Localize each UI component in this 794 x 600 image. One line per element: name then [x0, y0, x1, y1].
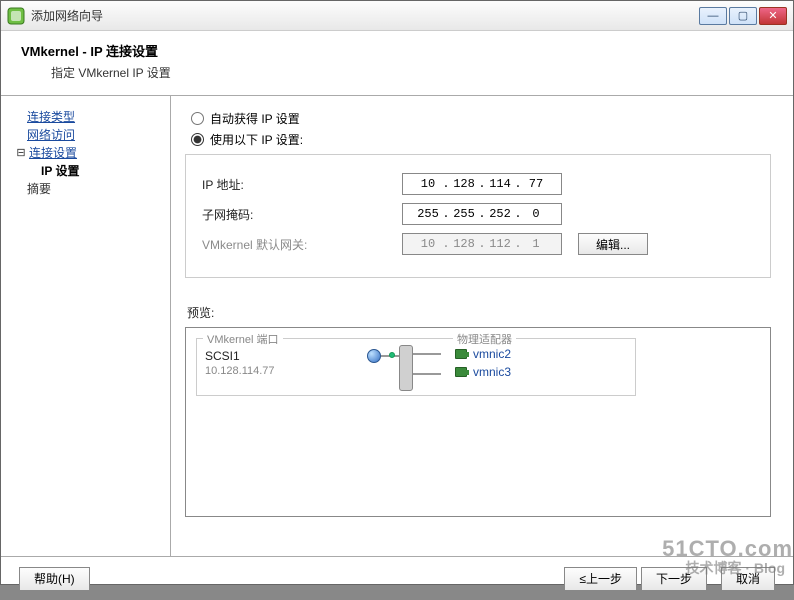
edit-gateway-button[interactable]: 编辑... — [578, 233, 648, 255]
subnet-mask-label: 子网掩码: — [202, 206, 402, 223]
nic-row: vmnic2 — [455, 347, 627, 361]
close-button[interactable]: ✕ — [759, 7, 787, 25]
minimize-button[interactable]: — — [699, 7, 727, 25]
preview-panel: VMkernel 端口 SCSI1 10.128.114.77 物理适配器 — [185, 327, 771, 517]
vswitch-icon — [399, 345, 413, 391]
next-button[interactable]: 下一步 — [641, 567, 707, 591]
connector-line — [413, 353, 441, 355]
adapter-group-label: 物理适配器 — [453, 331, 516, 347]
nav-connection-settings[interactable]: 连接设置 — [29, 144, 77, 162]
header-title: VMkernel - IP 连接设置 — [21, 41, 773, 60]
gateway-label: VMkernel 默认网关: — [202, 236, 402, 253]
wizard-sidebar: 连接类型 网络访问 ⊟连接设置 IP 设置 摘要 — [1, 96, 171, 556]
portgroup-name: SCSI1 — [205, 349, 379, 363]
radio-auto-ip-label: 自动获得 IP 设置 — [210, 110, 300, 127]
ip-address-label: IP 地址: — [202, 176, 402, 193]
nav-summary[interactable]: 摘要 — [27, 180, 51, 198]
wizard-window: 添加网络向导 — ▢ ✕ VMkernel - IP 连接设置 指定 VMker… — [0, 0, 794, 585]
connector-line — [413, 373, 441, 375]
wizard-footer: 帮助(H) ≤上一步 下一步 取消 — [1, 556, 793, 600]
portgroup-group-label: VMkernel 端口 — [203, 331, 283, 347]
wizard-content: 自动获得 IP 设置 使用以下 IP 设置: IP 地址: 10. 128. 1… — [171, 96, 793, 556]
radio-auto-ip[interactable] — [191, 112, 204, 125]
nic-row: vmnic3 — [455, 365, 627, 379]
header-subtitle: 指定 VMkernel IP 设置 — [51, 64, 773, 81]
tree-collapse-icon[interactable]: ⊟ — [15, 144, 27, 162]
preview-label: 预览: — [187, 304, 777, 321]
nic-name: vmnic3 — [473, 365, 511, 379]
portgroup-ip: 10.128.114.77 — [205, 365, 379, 377]
nic-name: vmnic2 — [473, 347, 511, 361]
subnet-mask-field[interactable]: 255. 255. 252. 0 — [402, 203, 562, 225]
nav-network-access[interactable]: 网络访问 — [27, 126, 75, 144]
nav-connection-type[interactable]: 连接类型 — [27, 108, 75, 126]
help-button[interactable]: 帮助(H) — [19, 567, 90, 591]
network-diagram: VMkernel 端口 SCSI1 10.128.114.77 物理适配器 — [196, 338, 636, 396]
wizard-header: VMkernel - IP 连接设置 指定 VMkernel IP 设置 — [1, 31, 793, 96]
vmkernel-icon — [367, 349, 381, 363]
radio-manual-ip-label: 使用以下 IP 设置: — [210, 131, 303, 148]
titlebar: 添加网络向导 — ▢ ✕ — [1, 1, 793, 31]
maximize-button[interactable]: ▢ — [729, 7, 757, 25]
nav-ip-settings[interactable]: IP 设置 — [41, 162, 79, 180]
back-button[interactable]: ≤上一步 — [564, 567, 637, 591]
port-dot-icon — [389, 352, 395, 358]
radio-manual-ip[interactable] — [191, 133, 204, 146]
ip-address-field[interactable]: 10. 128. 114. 77 — [402, 173, 562, 195]
gateway-field: 10. 128. 112. 1 — [402, 233, 562, 255]
window-title: 添加网络向导 — [31, 7, 103, 24]
ip-settings-group: IP 地址: 10. 128. 114. 77 子网掩码: 255. 255. … — [185, 154, 771, 278]
app-icon — [7, 7, 25, 25]
nic-icon — [455, 367, 467, 377]
wizard-body: 连接类型 网络访问 ⊟连接设置 IP 设置 摘要 自动获得 IP 设置 使用以下… — [1, 96, 793, 556]
nic-icon — [455, 349, 467, 359]
cancel-button[interactable]: 取消 — [721, 567, 775, 591]
window-buttons: — ▢ ✕ — [699, 7, 787, 25]
